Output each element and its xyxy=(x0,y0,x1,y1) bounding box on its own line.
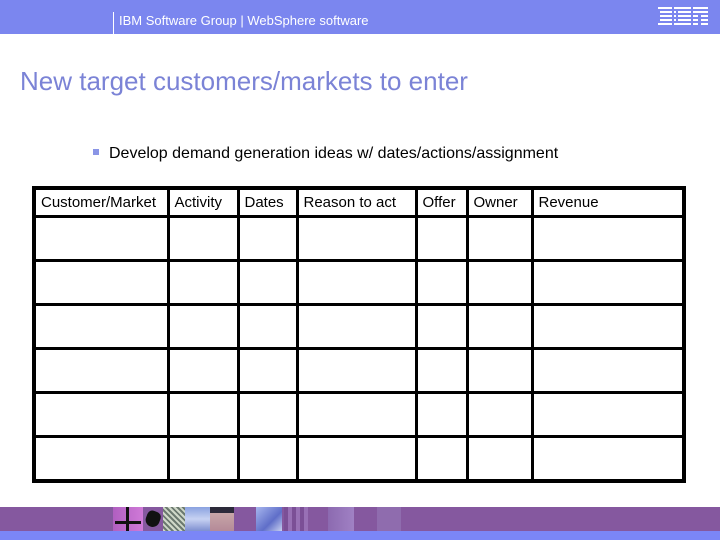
table-cell[interactable] xyxy=(236,391,299,438)
header-group-label: IBM Software Group | WebSphere software xyxy=(119,13,369,28)
table-row xyxy=(32,259,686,306)
footer-band xyxy=(0,507,720,531)
faded-block-image xyxy=(328,507,354,531)
hand-image xyxy=(143,507,163,531)
table-cell[interactable] xyxy=(295,303,418,350)
table-cell[interactable] xyxy=(32,303,170,350)
table-cell[interactable] xyxy=(32,259,170,306)
bullet-item: Develop demand generation ideas w/ dates… xyxy=(93,145,558,163)
table-cell[interactable] xyxy=(295,215,418,262)
footer-strip xyxy=(0,531,720,540)
table-cell[interactable] xyxy=(236,303,299,350)
column-header-offer: Offer xyxy=(414,186,469,218)
square-bullet-icon xyxy=(93,148,99,155)
table-cell[interactable] xyxy=(166,259,240,306)
table-cell[interactable] xyxy=(32,215,170,262)
bullet-text: Develop demand generation ideas w/ dates… xyxy=(109,145,559,162)
figure-image xyxy=(256,507,282,531)
table-cell[interactable] xyxy=(295,259,418,306)
table-row xyxy=(32,391,686,438)
column-header-revenue: Revenue xyxy=(530,186,686,218)
table-cell[interactable] xyxy=(414,347,469,394)
header-bar: IBM Software Group | WebSphere software xyxy=(0,0,720,34)
table-cell[interactable] xyxy=(236,347,299,394)
bars-image xyxy=(284,507,308,531)
table-cell[interactable] xyxy=(414,435,469,483)
table-cell[interactable] xyxy=(465,391,534,438)
table-cell[interactable] xyxy=(166,303,240,350)
face-image xyxy=(210,507,234,531)
table-cell[interactable] xyxy=(166,435,240,483)
table-header-row: Customer/Market Activity Dates Reason to… xyxy=(32,186,686,218)
table-row xyxy=(32,303,686,350)
table-cell[interactable] xyxy=(465,347,534,394)
table-cell[interactable] xyxy=(465,435,534,483)
table-cell[interactable] xyxy=(295,347,418,394)
planning-table: Customer/Market Activity Dates Reason to… xyxy=(32,186,686,483)
table-cell[interactable] xyxy=(530,347,686,394)
column-header-owner: Owner xyxy=(465,186,534,218)
table-cell[interactable] xyxy=(236,259,299,306)
slide-title: New target customers/markets to enter xyxy=(20,66,468,96)
faded-block-image-2 xyxy=(377,507,401,531)
table-cell[interactable] xyxy=(465,303,534,350)
table-row xyxy=(32,215,686,262)
table-cell[interactable] xyxy=(32,391,170,438)
table-row xyxy=(32,435,686,483)
table-cell[interactable] xyxy=(295,391,418,438)
table-row xyxy=(32,347,686,394)
table-cell[interactable] xyxy=(166,391,240,438)
table-cell[interactable] xyxy=(166,215,240,262)
table-cell[interactable] xyxy=(465,259,534,306)
column-header-activity: Activity xyxy=(166,186,240,218)
table-cell[interactable] xyxy=(414,303,469,350)
table-cell[interactable] xyxy=(530,259,686,306)
table-cell[interactable] xyxy=(236,435,299,483)
column-header-dates: Dates xyxy=(236,186,299,218)
column-header-customer-market: Customer/Market xyxy=(32,186,170,218)
ibm-logo-icon xyxy=(658,6,708,26)
table-cell[interactable] xyxy=(465,215,534,262)
table-cell[interactable] xyxy=(32,347,170,394)
column-header-reason-to-act: Reason to act xyxy=(295,186,418,218)
table-cell[interactable] xyxy=(530,215,686,262)
grid-building-image xyxy=(163,507,185,531)
table-cell[interactable] xyxy=(530,391,686,438)
crosshair-image xyxy=(113,507,143,531)
table-cell[interactable] xyxy=(414,215,469,262)
header-divider xyxy=(113,12,114,34)
sky-image xyxy=(185,507,210,531)
table-cell[interactable] xyxy=(530,435,686,483)
table-cell[interactable] xyxy=(530,303,686,350)
table-cell[interactable] xyxy=(414,259,469,306)
table-cell[interactable] xyxy=(236,215,299,262)
table-cell[interactable] xyxy=(166,347,240,394)
table-cell[interactable] xyxy=(414,391,469,438)
table-cell[interactable] xyxy=(32,435,170,483)
table-cell[interactable] xyxy=(295,435,418,483)
